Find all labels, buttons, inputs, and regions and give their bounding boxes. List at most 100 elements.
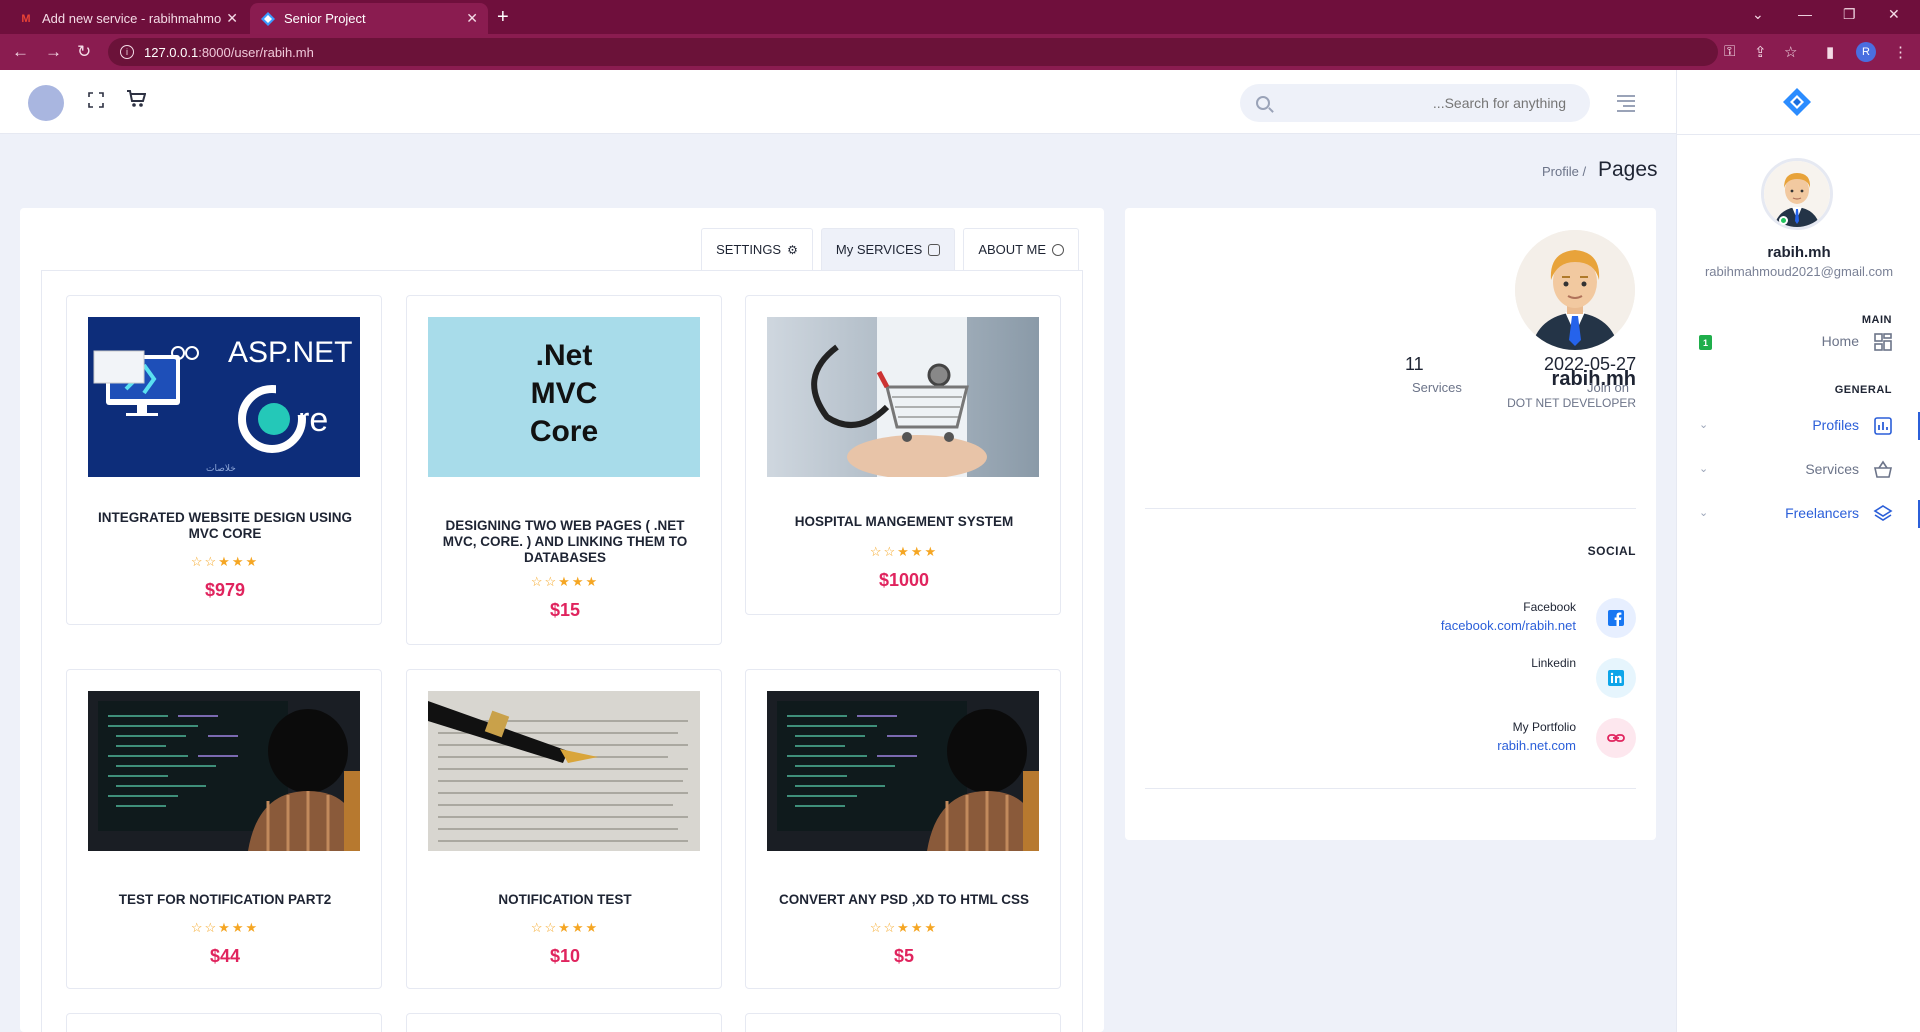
service-price: $10 bbox=[549, 946, 581, 966]
services-panel: SETTINGS ⚙ My SERVICES ABOUT ME ASP.NET … bbox=[20, 208, 1104, 1032]
service-title[interactable]: INTEGRATED WEBSITE DESIGN USING MVC CORE bbox=[87, 510, 363, 542]
social-linkedin: Linkedin bbox=[1336, 656, 1636, 702]
service-card[interactable] bbox=[66, 1013, 382, 1032]
gmail-icon: M bbox=[21, 12, 31, 25]
image-caption: خلاصات bbox=[206, 464, 236, 474]
join-date: 2022-05-27 bbox=[1544, 354, 1637, 374]
service-price: $1000 bbox=[878, 570, 930, 590]
service-card[interactable]: CONVERT ANY PSD ,XD TO HTML CSS ☆☆★★★ $5 bbox=[745, 669, 1061, 989]
browser-tab-gmail[interactable]: M Add new service - rabihmahmoud ✕ bbox=[8, 3, 248, 34]
social-portfolio: My Portfolio rabih.net.com bbox=[1336, 718, 1636, 762]
service-title[interactable]: NOTIFICATION TEST bbox=[427, 892, 703, 908]
tab-about-me[interactable]: ABOUT ME bbox=[963, 228, 1079, 270]
sidebar-item-label: Freelancers bbox=[1785, 505, 1859, 521]
tab-settings[interactable]: SETTINGS ⚙ bbox=[701, 228, 813, 270]
basket-icon bbox=[1874, 460, 1892, 478]
services-count: 11 bbox=[1405, 354, 1424, 374]
close-tab-icon[interactable]: ✕ bbox=[226, 10, 238, 27]
service-title[interactable]: HOSPITAL MANGEMENT SYSTEM bbox=[766, 514, 1042, 530]
service-card[interactable]: HOSPITAL MANGEMENT SYSTEM ☆☆★★★ $1000 bbox=[745, 295, 1061, 615]
sidebar-username: rabih.mh bbox=[1767, 244, 1831, 261]
address-bar[interactable]: i 127.0.0.1:8000/user/rabih.mh bbox=[108, 38, 1718, 66]
tab-label: My SERVICES bbox=[835, 242, 923, 257]
site-info-icon[interactable]: i bbox=[120, 45, 134, 59]
sidebar-item-home[interactable]: 1 Home bbox=[1677, 324, 1920, 360]
new-tab-icon[interactable]: + bbox=[497, 6, 509, 29]
back-icon[interactable]: ← bbox=[12, 42, 29, 62]
bar-chart-icon bbox=[1874, 417, 1892, 435]
sidebar-item-label: Profiles bbox=[1812, 417, 1859, 433]
service-card[interactable] bbox=[406, 1013, 722, 1032]
url-host: 127.0.0.1 bbox=[144, 44, 199, 60]
divider bbox=[1145, 508, 1636, 509]
chevron-down-icon: ⌄ bbox=[1699, 419, 1709, 431]
restore-icon[interactable]: ❐ bbox=[1843, 6, 1856, 23]
facebook-icon[interactable] bbox=[1596, 598, 1636, 638]
sidebar-item-label: Home bbox=[1821, 333, 1859, 349]
window-close-icon[interactable]: ✕ bbox=[1888, 6, 1900, 23]
link-icon[interactable] bbox=[1596, 718, 1636, 758]
social-heading: SOCIAL bbox=[1587, 544, 1636, 558]
sidebar-email: rabihmahmoud2021@gmail.com bbox=[1704, 264, 1894, 279]
fullscreen-icon[interactable] bbox=[88, 92, 104, 108]
services-count-label: Services bbox=[1412, 380, 1462, 395]
browser-menu-icon[interactable]: ⋮ bbox=[1893, 43, 1908, 61]
home-badge: 1 bbox=[1699, 335, 1712, 350]
service-card[interactable]: NOTIFICATION TEST ☆☆★★★ $10 bbox=[406, 669, 722, 989]
core-text: re bbox=[298, 401, 328, 439]
app-header bbox=[0, 70, 1676, 134]
services-grid: ASP.NET re خلاصات INTEGRATED WEBSITE DES… bbox=[41, 270, 1083, 1032]
facebook-link[interactable]: facebook.com/rabih.net bbox=[1441, 618, 1576, 633]
rating-stars: ☆☆★★★ bbox=[869, 544, 939, 559]
password-key-icon[interactable]: ⚿ bbox=[1724, 43, 1735, 60]
tab-title: Add new service - rabihmahmoud bbox=[42, 11, 222, 26]
sidebar-section-general: GENERAL bbox=[1834, 384, 1892, 396]
side-panel-icon[interactable]: ▮ bbox=[1826, 43, 1834, 61]
tab-my-services[interactable]: My SERVICES bbox=[820, 228, 956, 270]
tab-search-icon[interactable]: ⌄ bbox=[1752, 6, 1764, 23]
service-price: $44 bbox=[209, 946, 241, 966]
bookmark-star-icon[interactable]: ☆ bbox=[1784, 43, 1797, 61]
tab-label: SETTINGS bbox=[716, 242, 782, 257]
sidebar-item-profiles[interactable]: ⌄ Profiles bbox=[1677, 408, 1920, 444]
close-tab-icon[interactable]: ✕ bbox=[466, 10, 478, 27]
share-icon[interactable]: ⇪ bbox=[1754, 43, 1767, 61]
sidebar-item-label: Services bbox=[1805, 461, 1859, 477]
minimize-icon[interactable]: — bbox=[1798, 6, 1812, 22]
search-input[interactable] bbox=[1270, 95, 1566, 111]
browser-profile-avatar[interactable]: R bbox=[1856, 42, 1876, 62]
service-image-shopping-cart-stethoscope bbox=[767, 317, 1039, 477]
linkedin-icon[interactable] bbox=[1596, 658, 1636, 698]
sidebar-item-services[interactable]: ⌄ Services bbox=[1677, 452, 1920, 488]
service-title[interactable]: DESIGNING TWO WEB PAGES ( .NET MVC, CORE… bbox=[427, 518, 703, 566]
menu-toggle-icon[interactable] bbox=[1617, 95, 1635, 115]
reload-icon[interactable]: ↻ bbox=[77, 42, 91, 62]
social-name: Facebook bbox=[1523, 600, 1576, 614]
browser-tab-senior-project[interactable]: Senior Project ✕ bbox=[250, 3, 488, 34]
user-circle-icon bbox=[1052, 243, 1064, 256]
profile-role: DOT NET DEVELOPER bbox=[1507, 396, 1636, 410]
search-bar[interactable] bbox=[1240, 84, 1590, 122]
service-card[interactable]: ASP.NET re خلاصات INTEGRATED WEBSITE DES… bbox=[66, 295, 382, 625]
service-image-fountain-pen-on-book bbox=[428, 691, 700, 851]
forward-icon[interactable]: → bbox=[45, 42, 62, 62]
mvc-text: MVC bbox=[531, 377, 598, 410]
service-image-coder-at-monitor bbox=[88, 691, 360, 851]
service-card[interactable]: TEST FOR NOTIFICATION PART2 ☆☆★★★ $44 bbox=[66, 669, 382, 989]
app-logo-icon[interactable] bbox=[1783, 88, 1811, 116]
service-image-asp-net-core: ASP.NET re خلاصات bbox=[88, 317, 360, 477]
net-text: .Net bbox=[536, 339, 593, 372]
rating-stars: ☆☆★★★ bbox=[190, 554, 260, 569]
service-card[interactable]: .Net MVC Core DESIGNING TWO WEB PAGES ( … bbox=[406, 295, 722, 645]
service-title[interactable]: CONVERT ANY PSD ,XD TO HTML CSS bbox=[766, 892, 1042, 908]
breadcrumb-profile-link[interactable]: Profile / bbox=[1542, 164, 1586, 179]
user-avatar[interactable] bbox=[28, 85, 64, 121]
portfolio-link[interactable]: rabih.net.com bbox=[1497, 738, 1576, 753]
services-icon bbox=[928, 243, 941, 256]
cart-icon[interactable] bbox=[126, 90, 146, 108]
sidebar-avatar[interactable] bbox=[1761, 158, 1833, 230]
service-title[interactable]: TEST FOR NOTIFICATION PART2 bbox=[87, 892, 363, 908]
search-icon bbox=[1256, 96, 1270, 110]
sidebar-item-freelancers[interactable]: ⌄ Freelancers bbox=[1677, 496, 1920, 532]
service-card[interactable] bbox=[745, 1013, 1061, 1032]
